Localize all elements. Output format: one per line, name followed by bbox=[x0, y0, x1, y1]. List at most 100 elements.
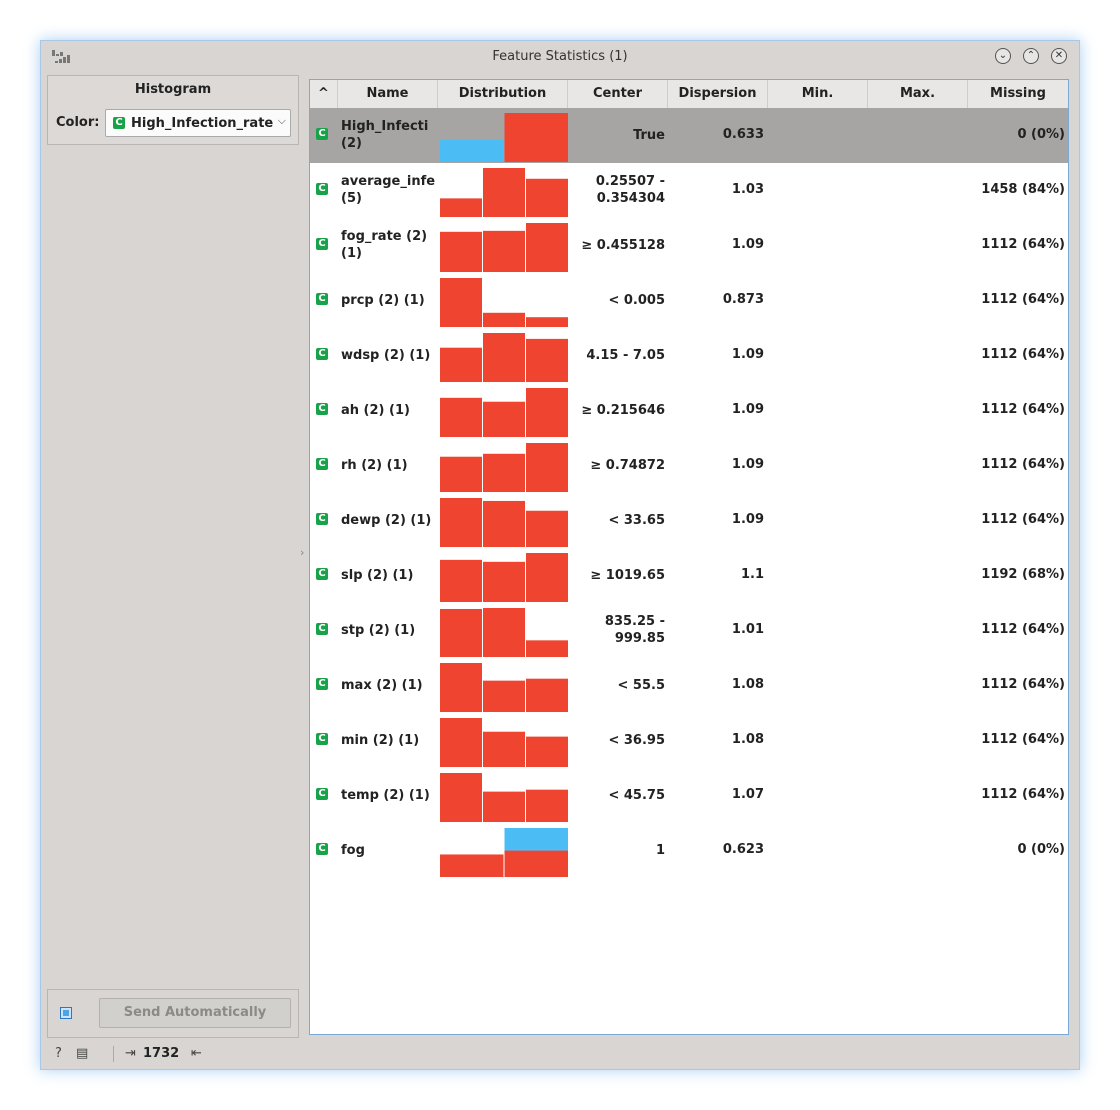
table-row[interactable]: Cah (2) (1) ≥ 0.215646 1.09 1112 (64%) bbox=[310, 383, 1068, 438]
center-value: 1 bbox=[568, 842, 665, 859]
center-value: ≥ 0.74872 bbox=[568, 457, 665, 474]
histogram-bar-red bbox=[483, 401, 525, 437]
histogram-bar-red bbox=[526, 223, 568, 272]
distribution-histogram bbox=[440, 278, 568, 327]
status-bar: ? ▤ ⇥ 1732 ⇤ bbox=[53, 1045, 313, 1065]
histogram-bar-red bbox=[440, 773, 482, 822]
table-row[interactable]: Ctemp (2) (1) < 45.75 1.07 1112 (64%) bbox=[310, 768, 1068, 823]
chevron-up-icon[interactable]: ⌃ bbox=[1023, 48, 1039, 64]
center-value: < 36.95 bbox=[568, 732, 665, 749]
table-row[interactable]: Crh (2) (1) ≥ 0.74872 1.09 1112 (64%) bbox=[310, 438, 1068, 493]
column-header-missing[interactable]: Missing bbox=[968, 80, 1068, 108]
center-value: True bbox=[568, 127, 665, 144]
histogram-bar-red bbox=[440, 347, 482, 382]
histogram-bar-red bbox=[526, 640, 568, 657]
feature-name-line: stp (2) (1) bbox=[341, 623, 416, 638]
feature-name: stp (2) (1) bbox=[341, 622, 437, 639]
dispersion-value: 1.08 bbox=[731, 732, 764, 747]
histogram-bar-red bbox=[440, 718, 482, 767]
feature-table[interactable]: ^ Name Distribution Center Dispersion Mi… bbox=[309, 79, 1069, 1035]
table-row[interactable]: Cfog_rate (2) (1) ≥ 0.455128 1.09 1112 (64%) bbox=[310, 218, 1068, 273]
feature-name-line: max (2) (1) bbox=[341, 678, 423, 693]
feature-name: max (2) (1) bbox=[341, 677, 437, 694]
feature-name-line: min (2) (1) bbox=[341, 733, 420, 748]
feature-statistics-window: Feature Statistics (1) ⌄ ⌃ ✕ Histogram C… bbox=[40, 40, 1080, 1070]
feature-name: rh (2) (1) bbox=[341, 457, 437, 474]
missing-value: 1112 (64%) bbox=[981, 677, 1065, 692]
column-header-min[interactable]: Min. bbox=[768, 80, 868, 108]
column-header-name[interactable]: Name bbox=[338, 80, 438, 108]
help-icon[interactable]: ? bbox=[55, 1046, 62, 1061]
feature-name-line: High_Infecti bbox=[341, 119, 429, 134]
histogram-bar-red bbox=[440, 663, 482, 712]
table-row[interactable]: Cprcp (2) (1) < 0.005 0.873 1112 (64%) bbox=[310, 273, 1068, 328]
center-value-line: < 55.5 bbox=[617, 678, 666, 693]
dispersion-value: 0.633 bbox=[722, 127, 764, 142]
table-row[interactable]: C High_Infecti (2) True 0.633 0 (0%) bbox=[310, 108, 1068, 163]
distribution-histogram bbox=[440, 718, 568, 767]
sort-indicator-icon[interactable]: ^ bbox=[310, 80, 338, 108]
histogram-bar-red bbox=[504, 113, 568, 162]
table-header: ^ Name Distribution Center Dispersion Mi… bbox=[310, 80, 1068, 109]
missing-value: 1112 (64%) bbox=[981, 237, 1065, 252]
center-value-line: < 45.75 bbox=[608, 788, 665, 803]
histogram-bar-red bbox=[483, 680, 525, 712]
send-automatically-button[interactable]: Send Automatically bbox=[99, 998, 291, 1028]
distribution-histogram bbox=[440, 113, 568, 162]
distribution-histogram bbox=[440, 168, 568, 217]
window-title: Feature Statistics (1) bbox=[492, 49, 628, 64]
feature-name: fog_rate (2) (1) bbox=[341, 228, 437, 262]
histogram-bar-red bbox=[526, 736, 568, 767]
feature-name-line: (2) bbox=[341, 136, 362, 151]
auto-send-checkbox[interactable] bbox=[60, 1007, 72, 1019]
histogram-bar-red bbox=[440, 231, 482, 272]
feature-name-line: ah (2) (1) bbox=[341, 403, 410, 418]
center-value-line: ≥ 0.74872 bbox=[590, 458, 665, 473]
center-value-line: ≥ 0.215646 bbox=[581, 403, 665, 418]
feature-name: temp (2) (1) bbox=[341, 787, 437, 804]
feature-name: min (2) (1) bbox=[341, 732, 437, 749]
histogram-bar-red bbox=[440, 559, 482, 602]
center-value-line: True bbox=[633, 128, 665, 143]
close-icon[interactable]: ✕ bbox=[1051, 48, 1067, 64]
categorical-icon: C bbox=[316, 238, 328, 250]
table-row[interactable]: Cdewp (2) (1) < 33.65 1.09 1112 (64%) bbox=[310, 493, 1068, 548]
center-value: ≥ 0.455128 bbox=[568, 237, 665, 254]
column-header-dispersion[interactable]: Dispersion bbox=[668, 80, 768, 108]
feature-name-line: slp (2) (1) bbox=[341, 568, 414, 583]
chevron-down-icon[interactable]: ⌄ bbox=[995, 48, 1011, 64]
splitter-handle-icon[interactable]: › bbox=[300, 546, 304, 559]
color-select[interactable]: C High_Infection_rate ⌵ bbox=[105, 109, 291, 137]
dispersion-value: 1.09 bbox=[731, 457, 764, 472]
table-row[interactable]: Cfog 1 0.623 0 (0%) bbox=[310, 823, 1068, 878]
column-header-distribution[interactable]: Distribution bbox=[438, 80, 568, 108]
center-value-line: < 36.95 bbox=[608, 733, 665, 748]
feature-name-line: (1) bbox=[341, 246, 362, 261]
input-icon: ⇥ bbox=[125, 1046, 136, 1061]
missing-value: 1192 (68%) bbox=[981, 567, 1065, 582]
distribution-histogram bbox=[440, 663, 568, 712]
distribution-histogram bbox=[440, 553, 568, 602]
report-icon[interactable]: ▤ bbox=[76, 1046, 88, 1061]
table-row[interactable]: Cmin (2) (1) < 36.95 1.08 1112 (64%) bbox=[310, 713, 1068, 768]
categorical-icon: C bbox=[316, 128, 328, 140]
table-row[interactable]: Cmax (2) (1) < 55.5 1.08 1112 (64%) bbox=[310, 658, 1068, 713]
table-row[interactable]: Cstp (2) (1) 835.25 - 999.85 1.01 1112 (64%) bbox=[310, 603, 1068, 658]
input-count: 1732 bbox=[143, 1046, 180, 1061]
table-row[interactable]: Cslp (2) (1) ≥ 1019.65 1.1 1192 (68%) bbox=[310, 548, 1068, 603]
feature-name-line: average_infe bbox=[341, 174, 436, 189]
table-row[interactable]: Cwdsp (2) (1) 4.15 - 7.05 1.09 1112 (64%) bbox=[310, 328, 1068, 383]
table-row[interactable]: Caverage_infe (5) 0.25507 - 0.354304 1.03 145… bbox=[310, 163, 1068, 218]
histogram-bar-red bbox=[483, 791, 525, 822]
title-bar[interactable]: Feature Statistics (1) ⌄ ⌃ ✕ bbox=[41, 41, 1079, 72]
output-icon: ⇤ bbox=[191, 1046, 202, 1061]
dispersion-value: 1.09 bbox=[731, 402, 764, 417]
dispersion-value: 1.07 bbox=[731, 787, 764, 802]
distribution-histogram bbox=[440, 828, 568, 877]
dispersion-value: 1.09 bbox=[731, 347, 764, 362]
missing-value: 1458 (84%) bbox=[981, 182, 1065, 197]
column-header-center[interactable]: Center bbox=[568, 80, 668, 108]
column-header-max[interactable]: Max. bbox=[868, 80, 968, 108]
histogram-bar-red bbox=[440, 608, 482, 657]
center-value-line: 1 bbox=[655, 843, 665, 858]
